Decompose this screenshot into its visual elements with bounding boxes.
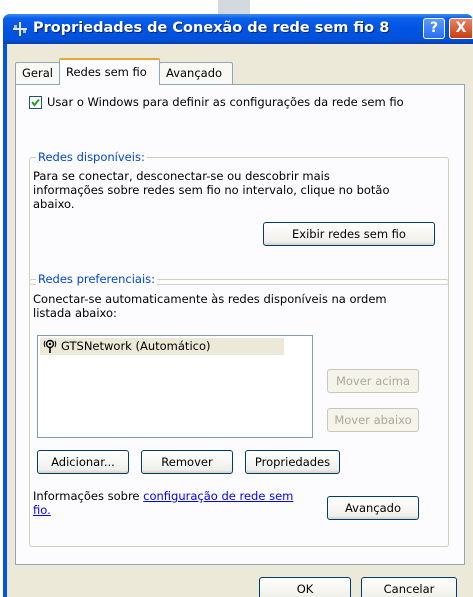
title-bar[interactable]: Propriedades de Conexão de rede sem fio …: [3, 14, 473, 44]
info-text: Informações sobre configuração de rede s…: [33, 489, 293, 503]
wireless-network-icon: [43, 339, 57, 353]
network-name: GTSNetwork (Automático): [61, 339, 211, 353]
cancel-button[interactable]: Cancelar: [361, 577, 457, 597]
network-connection-icon: [13, 22, 27, 36]
preferred-networks-legend: Redes preferenciais:: [36, 272, 158, 286]
use-windows-checkbox[interactable]: [29, 96, 42, 109]
wireless-config-link[interactable]: configuração de rede sem: [143, 489, 293, 503]
preferred-networks-list[interactable]: GTSNetwork (Automático): [37, 335, 313, 438]
add-button[interactable]: Adicionar...: [37, 450, 129, 474]
preferred-networks-line2: listada abaixo:: [33, 306, 117, 320]
remove-button[interactable]: Remover: [141, 450, 233, 474]
available-networks-legend: Redes disponíveis:: [36, 150, 147, 164]
list-item[interactable]: GTSNetwork (Automático): [40, 338, 284, 355]
advanced-button[interactable]: Avançado: [327, 496, 419, 520]
info-prefix: Informações sobre: [33, 489, 144, 503]
view-wireless-networks-button[interactable]: Exibir redes sem fio: [263, 222, 435, 246]
properties-button[interactable]: Propriedades: [245, 450, 340, 474]
available-networks-line3: abaixo.: [33, 197, 75, 211]
use-windows-label: Usar o Windows para definir as configura…: [47, 95, 404, 109]
desktop-background: [0, 0, 473, 14]
checkmark-icon: [31, 98, 40, 107]
tab-geral[interactable]: Geral: [15, 62, 60, 84]
available-networks-line2: informações sobre redes sem fio no inter…: [33, 183, 390, 197]
info-link-line2: fio.: [33, 503, 51, 517]
properties-dialog: Propriedades de Conexão de rede sem fio …: [3, 14, 473, 597]
tab-avancado[interactable]: Avançado: [159, 62, 233, 84]
move-down-button[interactable]: Mover abaixo: [327, 408, 419, 432]
desktop-fragment: [218, 0, 250, 14]
tab-redes-sem-fio[interactable]: Redes sem fio: [59, 58, 160, 85]
window-title: Propriedades de Conexão de rede sem fio …: [33, 20, 390, 36]
wireless-config-link-end[interactable]: fio.: [33, 503, 51, 517]
preferred-networks-line1: Conectar-se automaticamente às redes dis…: [33, 292, 387, 306]
help-button[interactable]: ?: [423, 18, 445, 39]
available-networks-line1: Para se conectar, desconectar-se ou desc…: [33, 169, 330, 183]
dialog-client-area: Geral Redes sem fio Avançado Usar o Wind…: [7, 44, 473, 597]
close-button[interactable]: X: [449, 18, 473, 39]
ok-button[interactable]: OK: [259, 577, 351, 597]
move-up-button[interactable]: Mover acima: [327, 369, 419, 393]
